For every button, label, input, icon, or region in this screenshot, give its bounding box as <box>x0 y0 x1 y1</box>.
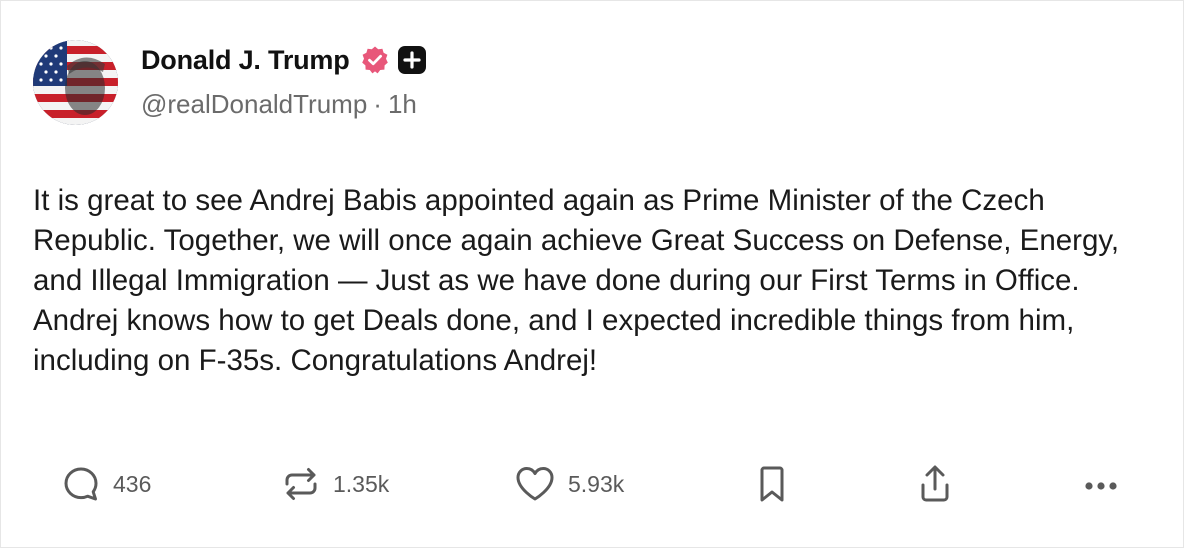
avatar-image <box>33 40 118 125</box>
meta-row: @realDonaldTrump · 1h <box>141 89 417 120</box>
like-count: 5.93k <box>568 470 625 497</box>
share-upload-icon <box>915 463 955 505</box>
repost-count: 1.35k <box>333 470 390 497</box>
meta-separator: · <box>373 89 382 119</box>
chat-bubble-icon <box>61 464 101 504</box>
author-row: Donald J. Trump <box>141 41 426 79</box>
plus-icon[interactable] <box>397 46 426 74</box>
action-bar: 436 1.35k 5.93k <box>1 459 1184 509</box>
verified-badge-icon <box>360 45 390 75</box>
share-button[interactable] <box>915 459 955 509</box>
author-handle[interactable]: @realDonaldTrump <box>141 89 367 120</box>
post-card: Donald J. Trump @realDonaldTrump · 1h It… <box>0 0 1184 548</box>
repost-button[interactable]: 1.35k <box>281 459 389 509</box>
reply-button[interactable]: 436 <box>61 459 151 509</box>
reply-count: 436 <box>113 470 152 497</box>
more-dots-icon <box>1081 464 1121 504</box>
post-timestamp[interactable]: 1h <box>388 89 417 120</box>
bookmark-button[interactable] <box>754 459 790 509</box>
heart-icon <box>514 464 556 504</box>
like-button[interactable]: 5.93k <box>514 459 624 509</box>
avatar[interactable] <box>33 40 118 125</box>
post-body: It is great to see Andrej Babis appointe… <box>33 184 1120 377</box>
more-options-button[interactable] <box>1081 459 1121 509</box>
bookmark-icon <box>754 464 790 504</box>
author-name[interactable]: Donald J. Trump <box>141 45 350 76</box>
repost-arrows-icon <box>281 464 321 504</box>
